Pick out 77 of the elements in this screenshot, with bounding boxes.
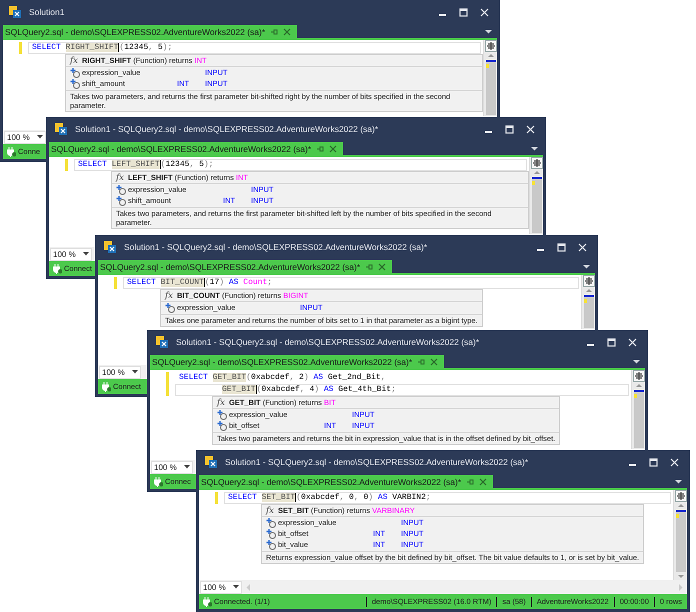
vertical-scrollbar[interactable]: [529, 157, 543, 234]
document-tab[interactable]: SQLQuery2.sql - demo\SQLEXPRESS02.AdventureWorks2022 (sa)*: [3, 25, 298, 38]
dropdown-icon[interactable]: [675, 479, 682, 484]
dropdown-icon[interactable]: [485, 29, 492, 34]
app-icon: [103, 240, 117, 254]
maximize-icon[interactable]: [505, 124, 514, 134]
function-icon: fx: [70, 56, 78, 66]
maximize-icon[interactable]: [649, 458, 658, 466]
document-tab[interactable]: SQLQuery2.sql - demo\SQLEXPRESS02.AdventureWorks2022 (sa)*: [98, 260, 392, 273]
editor-area[interactable]: [199, 490, 687, 580]
app-icon: [54, 122, 68, 136]
vertical-scrollbar[interactable]: [673, 490, 687, 580]
pin-icon[interactable]: [466, 478, 474, 486]
caret-icon[interactable]: [132, 370, 138, 374]
vertical-scrollbar[interactable]: [631, 370, 645, 449]
parameter-icon: [217, 421, 227, 431]
caret-icon[interactable]: [36, 135, 43, 139]
document-tab[interactable]: SQLQuery2.sql - demo\SQLEXPRESS02.AdventureWorks2022 (sa)*: [199, 475, 494, 488]
editor-area[interactable]: [150, 370, 645, 460]
change-marker: [215, 492, 218, 504]
window-title: Solution1 - SQLQuery2.sql - demo\SQLEXPRESS02.AdventureWorks2022 (sa)*: [124, 242, 428, 252]
plug-icon: [153, 476, 163, 487]
maximize-icon[interactable]: [607, 338, 616, 346]
pin-icon[interactable]: [270, 28, 278, 36]
function-icon: fx: [116, 172, 124, 182]
app-icon: [204, 455, 218, 469]
vertical-scrollbar[interactable]: [581, 275, 595, 329]
function-icon: fx: [165, 290, 173, 300]
dropdown-icon[interactable]: [633, 359, 640, 364]
code-line[interactable]: SELECT GET_BIT(0xabcdef, 2) AS Get_2nd_Bit,: [175, 372, 629, 384]
parameter-icon: [70, 79, 80, 89]
zoom-dropdown[interactable]: 100 %: [151, 460, 193, 474]
document-tab[interactable]: SQLQuery2.sql - demo\SQLEXPRESS02.AdventureWorks2022 (sa)*: [150, 355, 444, 368]
parameter-icon: [266, 529, 276, 539]
dropdown-icon[interactable]: [583, 264, 590, 269]
plug-icon: [6, 146, 16, 157]
split-icon[interactable]: [582, 275, 594, 287]
plug-icon: [202, 596, 212, 607]
zoom-dropdown[interactable]: 100 %: [200, 580, 242, 594]
zoom-dropdown[interactable]: 100 %: [50, 248, 92, 260]
app-icon: [8, 5, 22, 19]
split-icon[interactable]: [530, 157, 542, 169]
parameter-icon: [217, 410, 227, 420]
parameter-icon: [165, 303, 175, 313]
parameter-icon: [116, 185, 126, 195]
window-title: Solution1 - SQLQuery2.sql - demo\SQLEXPRESS02.AdventureWorks2022 (sa)*: [225, 457, 528, 467]
parameter-icon: [70, 68, 80, 78]
zoom-dropdown[interactable]: 100 %: [4, 130, 46, 144]
function-icon: fx: [217, 398, 225, 408]
parameter-icon: [116, 196, 126, 206]
change-marker: [65, 159, 68, 171]
parameter-icon: [266, 518, 276, 528]
split-icon[interactable]: [484, 40, 496, 52]
pin-icon[interactable]: [365, 262, 374, 270]
function-icon: fx: [266, 506, 274, 516]
caret-icon[interactable]: [232, 585, 239, 589]
vertical-scrollbar[interactable]: [483, 40, 497, 116]
document-tab[interactable]: SQLQuery2.sql - demo\SQLEXPRESS02.AdventureWorks2022 (sa)*: [49, 142, 344, 155]
change-marker: [114, 277, 117, 289]
caret-icon[interactable]: [82, 252, 89, 256]
parameter-icon: [266, 540, 276, 550]
window-title: Solution1 - SQLQuery2.sql - demo\SQLEXPRESS02.AdventureWorks2022 (sa)*: [176, 337, 480, 347]
window-title: Solution1: [29, 7, 64, 17]
split-icon[interactable]: [632, 370, 644, 382]
window-title: Solution1 - SQLQuery2.sql - demo\SQLEXPRESS02.AdventureWorks2022 (sa)*: [75, 124, 378, 134]
split-icon[interactable]: [674, 490, 686, 502]
change-marker: [19, 42, 22, 54]
plug-icon: [101, 381, 111, 392]
pin-icon[interactable]: [417, 358, 426, 366]
maximize-icon[interactable]: [459, 8, 468, 16]
dropdown-icon[interactable]: [531, 146, 538, 151]
app-icon: [155, 335, 169, 349]
zoom-dropdown[interactable]: 100 %: [99, 366, 141, 378]
maximize-icon[interactable]: [557, 242, 566, 252]
caret-icon[interactable]: [184, 465, 190, 469]
plug-icon: [52, 263, 62, 274]
pin-icon[interactable]: [316, 144, 324, 152]
